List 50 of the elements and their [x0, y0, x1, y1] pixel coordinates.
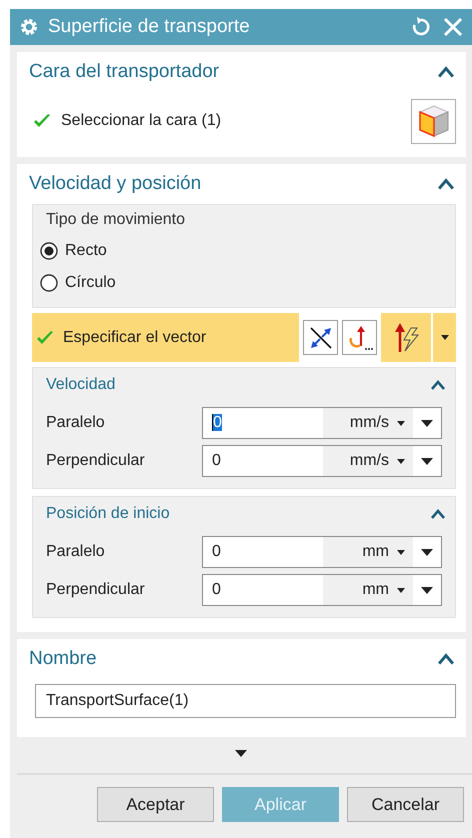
name-field[interactable]: TransportSurface(1)	[35, 684, 456, 718]
caret-icon	[440, 335, 448, 340]
window-title: Superficie de transporte	[48, 16, 251, 38]
field-label: Perpendicular	[46, 581, 146, 599]
field-label: Paralelo	[46, 414, 106, 432]
vector-type-menu[interactable]	[381, 313, 456, 362]
field-label: Paralelo	[46, 543, 106, 561]
unit-dropdown[interactable]: mm/s	[323, 446, 413, 476]
unit-dropdown[interactable]: mm	[323, 575, 413, 605]
unit-dropdown[interactable]: mm	[323, 537, 413, 567]
more-options-icon	[235, 750, 247, 757]
radio-option[interactable]: Círculo	[33, 267, 122, 299]
number-field[interactable]: 0 mm	[202, 536, 442, 568]
diagonal-arrows-icon	[308, 324, 334, 350]
vector-label: Especificar el vector	[63, 328, 206, 346]
number-field[interactable]: 0 mm/s	[202, 407, 442, 439]
group-title: Tipo de movimiento	[46, 211, 186, 229]
options-caret-icon	[421, 420, 433, 426]
options-caret-icon	[421, 586, 433, 594]
dialog-button[interactable]: Cancelar	[347, 787, 464, 822]
unit-dropdown[interactable]: mm/s	[323, 408, 413, 438]
reset-button[interactable]	[410, 16, 432, 38]
collapse-button[interactable]	[438, 653, 454, 665]
options-caret-icon	[421, 458, 433, 464]
options-caret-icon	[421, 548, 433, 556]
group-title: Velocidad	[46, 376, 116, 394]
collapse-button[interactable]	[431, 380, 445, 390]
number-field[interactable]: 0 mm/s	[202, 445, 442, 477]
collapse-button[interactable]	[438, 178, 454, 190]
caret-icon	[397, 588, 405, 592]
vector-dialog-button[interactable]	[342, 320, 377, 355]
caret-icon	[397, 550, 405, 554]
selection-label: Seleccionar la cara (1)	[61, 112, 222, 130]
caret-icon	[397, 420, 405, 426]
cube-icon	[416, 103, 450, 139]
caret-icon	[397, 458, 405, 464]
section-title: Nombre	[29, 648, 97, 670]
section-title: Velocidad y posición	[29, 173, 202, 195]
reverse-direction-button[interactable]	[303, 320, 338, 355]
group-title: Posición de inicio	[46, 505, 170, 523]
gear-icon	[20, 18, 38, 36]
collapse-button[interactable]	[438, 66, 454, 78]
number-field[interactable]: 0 mm	[202, 574, 442, 606]
face-select-button[interactable]	[411, 98, 456, 144]
field-label: Perpendicular	[46, 452, 146, 470]
dialog-button[interactable]: Aceptar	[97, 787, 214, 822]
close-button[interactable]	[442, 16, 464, 38]
radio-option[interactable]: Recto	[33, 235, 113, 267]
collapse-button[interactable]	[431, 509, 445, 519]
section-title: Cara del transportador	[29, 61, 220, 83]
